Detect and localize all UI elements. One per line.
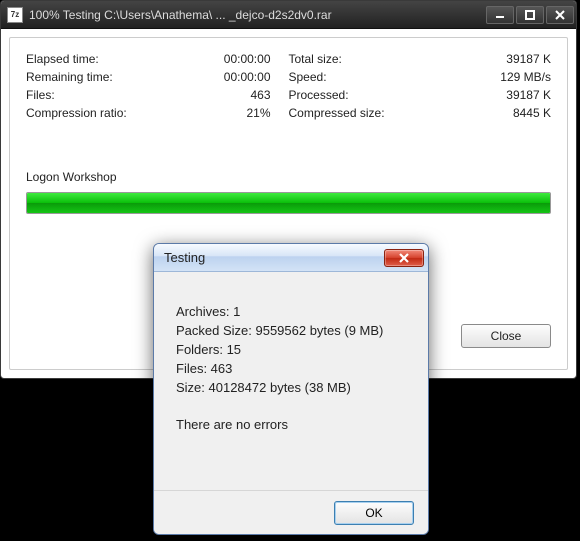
stat-value: 21% (219, 104, 289, 122)
stat-processed: Processed: 39187 K (289, 86, 552, 104)
stat-label: Compressed size: (289, 104, 482, 122)
window-title: 100% Testing C:\Users\Anathema\ ... _dej… (29, 8, 486, 22)
dialog-line-files: Files: 463 (176, 359, 406, 378)
dialog-body: Archives: 1 Packed Size: 9559562 bytes (… (154, 272, 428, 444)
stat-speed: Speed: 129 MB/s (289, 68, 552, 86)
stat-label: Remaining time: (26, 68, 219, 86)
stat-label: Processed: (289, 86, 482, 104)
stat-value: 8445 K (481, 104, 551, 122)
dialog-line-archives: Archives: 1 (176, 302, 406, 321)
result-dialog: Testing Archives: 1 Packed Size: 9559562… (153, 243, 429, 535)
app-icon: 7z (7, 7, 23, 23)
dialog-line-packed: Packed Size: 9559562 bytes (9 MB) (176, 321, 406, 340)
stat-files: Files: 463 (26, 86, 289, 104)
stat-label: Files: (26, 86, 219, 104)
dialog-close-button[interactable] (384, 249, 424, 267)
minimize-button[interactable] (486, 6, 514, 24)
stat-label: Elapsed time: (26, 50, 219, 68)
stat-remaining: Remaining time: 00:00:00 (26, 68, 289, 86)
stat-label: Compression ratio: (26, 104, 219, 122)
stat-value: 129 MB/s (481, 68, 551, 86)
dialog-title: Testing (164, 250, 384, 265)
titlebar[interactable]: 7z 100% Testing C:\Users\Anathema\ ... _… (1, 1, 576, 29)
stats-grid: Elapsed time: 00:00:00 Remaining time: 0… (26, 50, 551, 122)
ok-button[interactable]: OK (334, 501, 414, 525)
dialog-titlebar[interactable]: Testing (154, 244, 428, 272)
dialog-line-size: Size: 40128472 bytes (38 MB) (176, 378, 406, 397)
progress-fill (27, 193, 550, 213)
maximize-button[interactable] (516, 6, 544, 24)
stats-right: Total size: 39187 K Speed: 129 MB/s Proc… (289, 50, 552, 122)
dialog-message: There are no errors (176, 415, 406, 434)
stat-value: 39187 K (481, 50, 551, 68)
close-button[interactable] (546, 6, 574, 24)
stat-value: 39187 K (481, 86, 551, 104)
dialog-footer: OK (154, 490, 428, 534)
progress-bar (26, 192, 551, 214)
window-controls (486, 6, 574, 24)
stats-left: Elapsed time: 00:00:00 Remaining time: 0… (26, 50, 289, 122)
dialog-line-folders: Folders: 15 (176, 340, 406, 359)
current-file: Logon Workshop (26, 170, 551, 184)
stat-label: Total size: (289, 50, 482, 68)
stat-compressed: Compressed size: 8445 K (289, 104, 552, 122)
stat-ratio: Compression ratio: 21% (26, 104, 289, 122)
stat-total-size: Total size: 39187 K (289, 50, 552, 68)
stat-elapsed: Elapsed time: 00:00:00 (26, 50, 289, 68)
stat-label: Speed: (289, 68, 482, 86)
stat-value: 463 (219, 86, 289, 104)
stat-value: 00:00:00 (219, 50, 289, 68)
close-main-button[interactable]: Close (461, 324, 551, 348)
stat-value: 00:00:00 (219, 68, 289, 86)
